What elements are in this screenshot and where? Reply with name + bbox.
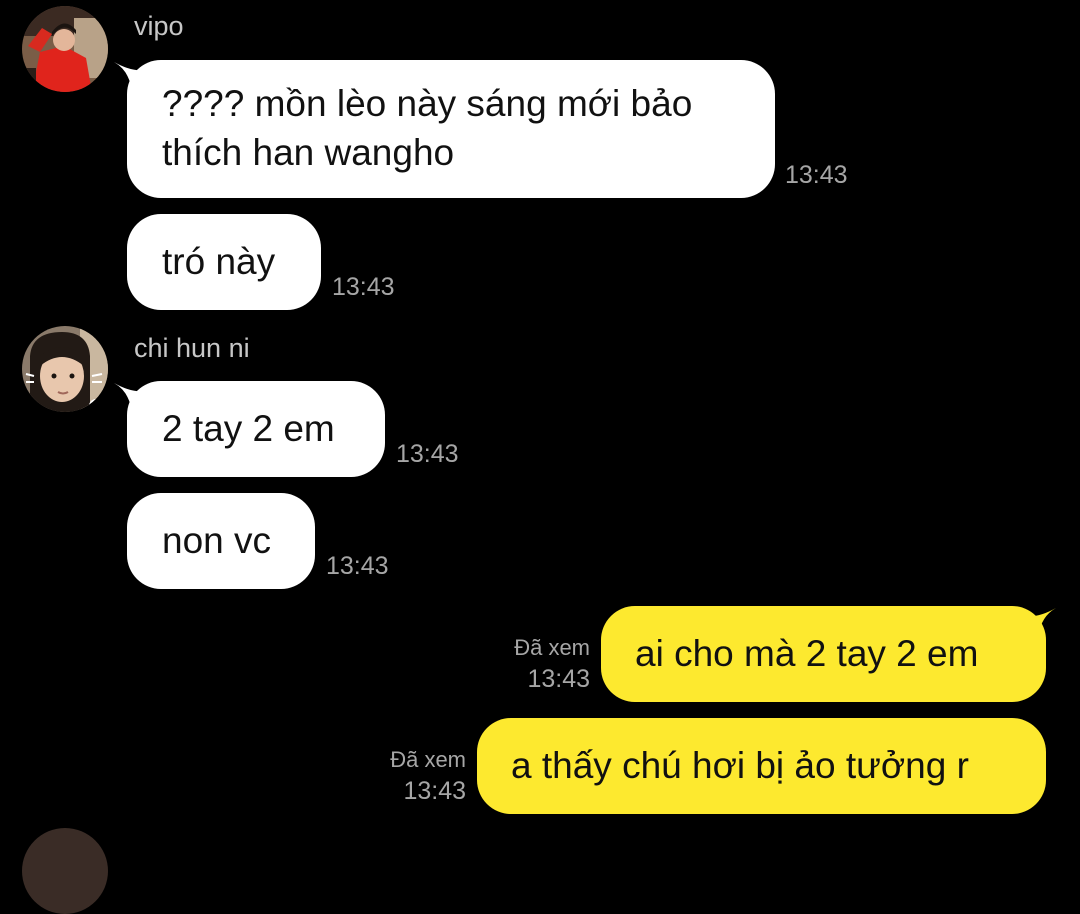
message-read-status: Đã xem 13:43 — [514, 632, 590, 694]
message-bubble[interactable]: ???? mồn lèo này sáng mới bảo thích han … — [127, 60, 775, 198]
message-text: non vc — [162, 520, 272, 561]
seen-label: Đã xem — [514, 635, 590, 660]
message-timestamp: 13:43 — [396, 440, 459, 468]
message-text-line: ???? mồn lèo này sáng mới bảo — [162, 83, 693, 124]
message-read-status: Đã xem 13:43 — [390, 744, 466, 806]
avatar-vipo[interactable] — [22, 6, 108, 92]
message-timestamp: 13:43 — [326, 552, 389, 580]
message-bubble[interactable]: 2 tay 2 em — [127, 381, 385, 477]
message-text: tró này — [162, 241, 276, 282]
seen-label: Đã xem — [390, 747, 466, 772]
message-text: ai cho mà 2 tay 2 em — [635, 633, 979, 674]
message-timestamp: 13:43 — [785, 161, 848, 189]
message-bubble[interactable]: tró này — [127, 214, 321, 310]
avatar-partial[interactable] — [22, 828, 108, 914]
avatar-photo-icon — [22, 326, 108, 412]
message-timestamp: 13:43 — [403, 777, 466, 805]
message-text-line: thích han wangho — [162, 132, 455, 173]
avatar-chi-hun-ni[interactable] — [22, 326, 108, 412]
message-bubble[interactable]: non vc — [127, 493, 315, 589]
message-timestamp: 13:43 — [332, 273, 395, 301]
message-bubble[interactable]: a thấy chú hơi bị ảo tưởng r — [477, 718, 1046, 814]
avatar-photo-icon — [22, 828, 108, 914]
message-text: 2 tay 2 em — [162, 408, 335, 449]
message-timestamp: 13:43 — [527, 665, 590, 693]
message-text: a thấy chú hơi bị ảo tưởng r — [511, 745, 969, 786]
sender-name-vipo: vipo — [134, 11, 184, 41]
sender-name-chi-hun-ni: chi hun ni — [134, 333, 250, 363]
message-bubble[interactable]: ai cho mà 2 tay 2 em — [601, 606, 1046, 702]
avatar-photo-icon — [22, 6, 108, 92]
